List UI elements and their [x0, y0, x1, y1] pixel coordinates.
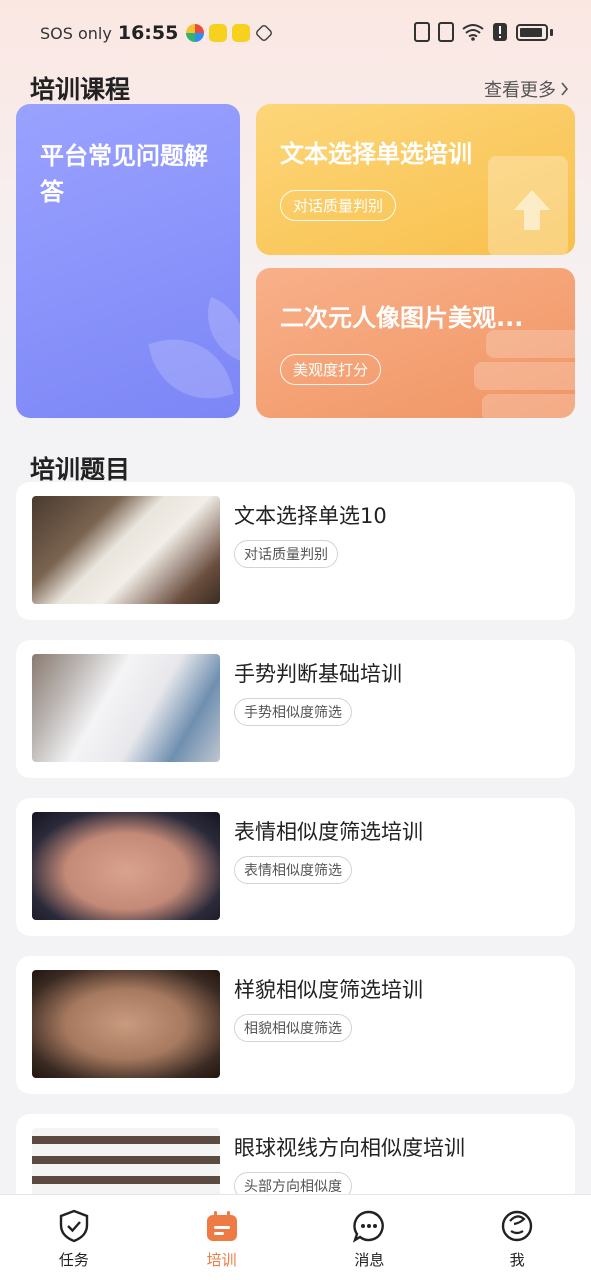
topic-title: 样貌相似度筛选培训 — [234, 978, 423, 1002]
battery-tip — [550, 28, 553, 36]
tab-label: 消息 — [354, 1251, 385, 1269]
topic-thumbnail — [32, 654, 220, 762]
app-notification-icon — [209, 24, 228, 42]
tab-me[interactable]: 我 — [443, 1195, 591, 1280]
wifi-icon — [462, 24, 484, 41]
nfc-icon — [414, 22, 430, 42]
book-decoration — [486, 330, 575, 358]
upload-arrow-icon — [514, 190, 550, 230]
app-notification-icon — [186, 24, 205, 42]
course-card-anime-portrait[interactable]: 二次元人像图片美观... 美观度打分 — [256, 268, 575, 418]
app-notification-icon — [232, 24, 251, 42]
topic-title: 表情相似度筛选培训 — [234, 820, 423, 844]
courses-title: 培训课程 — [30, 75, 131, 104]
tab-label: 培训 — [206, 1251, 237, 1269]
topic-tag: 手势相似度筛选 — [234, 698, 352, 726]
topic-item[interactable]: 表情相似度筛选培训 表情相似度筛选 — [16, 798, 575, 936]
book-decoration — [474, 362, 575, 390]
chevron-right-icon — [561, 82, 569, 96]
chat-bubble-icon — [353, 1210, 385, 1243]
topics-title: 培训题目 — [30, 455, 131, 484]
view-more-link[interactable]: 查看更多 — [484, 76, 569, 102]
alert-icon — [493, 23, 507, 41]
topic-title: 手势判断基础培训 — [234, 662, 402, 686]
course-card-tag: 美观度打分 — [280, 354, 382, 385]
course-card-faq[interactable]: 平台常见问题解答 — [16, 104, 240, 418]
topic-tag: 相貌相似度筛选 — [234, 1014, 352, 1042]
topic-title: 眼球视线方向相似度培训 — [234, 1136, 465, 1160]
battery-icon — [516, 23, 548, 41]
topic-thumbnail — [32, 970, 220, 1078]
tab-label: 任务 — [58, 1251, 89, 1269]
bottom-tab-bar: 任务 培训 消息 我 — [0, 1194, 591, 1280]
calendar-icon — [206, 1211, 237, 1241]
topic-tag: 对话质量判别 — [234, 540, 338, 568]
tab-training[interactable]: 培训 — [148, 1195, 296, 1280]
app-notification-icon — [254, 23, 274, 43]
topic-item[interactable]: 手势判断基础培训 手势相似度筛选 — [16, 640, 575, 778]
topic-tag: 表情相似度筛选 — [234, 856, 352, 884]
topic-item[interactable]: 文本选择单选10 对话质量判别 — [16, 482, 575, 620]
course-card-title: 二次元人像图片美观... — [280, 304, 524, 332]
status-bar: SOS only 16:55 — [0, 0, 591, 66]
carrier-text: SOS only — [40, 23, 112, 43]
book-decoration — [482, 394, 575, 418]
course-card-tag: 对话质量判别 — [280, 190, 397, 221]
tab-messages[interactable]: 消息 — [296, 1195, 444, 1280]
course-card-text-choice[interactable]: 文本选择单选培训 对话质量判别 — [256, 104, 575, 255]
course-card-title: 平台常见问题解答 — [40, 142, 208, 206]
tab-label: 我 — [509, 1251, 525, 1269]
topic-thumbnail — [32, 812, 220, 920]
vibrate-icon — [438, 22, 454, 42]
topic-title: 文本选择单选10 — [234, 504, 387, 528]
course-card-title: 文本选择单选培训 — [280, 140, 472, 168]
tab-tasks[interactable]: 任务 — [0, 1195, 148, 1280]
profile-icon — [501, 1210, 533, 1242]
shield-check-icon — [59, 1209, 89, 1243]
clock-text: 16:55 — [117, 22, 179, 44]
topic-thumbnail — [32, 496, 220, 604]
topic-item[interactable]: 样貌相似度筛选培训 相貌相似度筛选 — [16, 956, 575, 1094]
view-more-label: 查看更多 — [484, 80, 556, 101]
